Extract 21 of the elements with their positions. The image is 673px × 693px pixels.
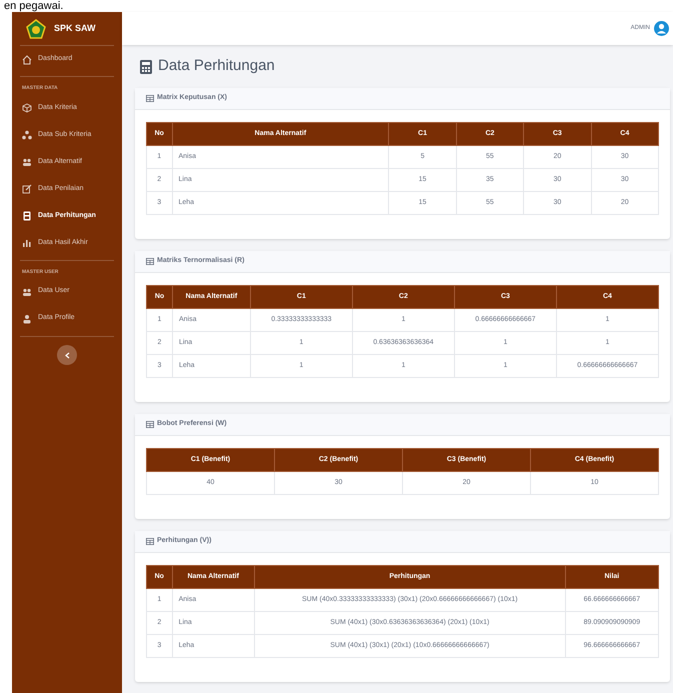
cube-icon [22,103,32,113]
bar-chart-icon [22,238,32,248]
table-icon [146,421,154,428]
calculator-icon [140,60,152,74]
calculator-icon [22,211,32,221]
sitemap-icon [22,130,32,140]
users-icon [22,286,32,296]
home-icon [22,54,32,64]
users-icon [22,157,32,167]
brand-name: SPK SAW [54,22,96,35]
chevron-left-icon [64,352,70,358]
sidebar-toggle-button[interactable] [57,345,77,365]
page-title: Data Perhitungan [158,56,275,76]
table-icon [146,538,154,545]
user-icon [22,314,32,324]
table-icon [146,95,154,102]
document-text: en pegawai. [4,0,64,12]
edit-icon [22,184,32,194]
table-icon [146,258,154,265]
logo-icon [26,18,46,38]
user-avatar-icon[interactable] [654,21,669,36]
